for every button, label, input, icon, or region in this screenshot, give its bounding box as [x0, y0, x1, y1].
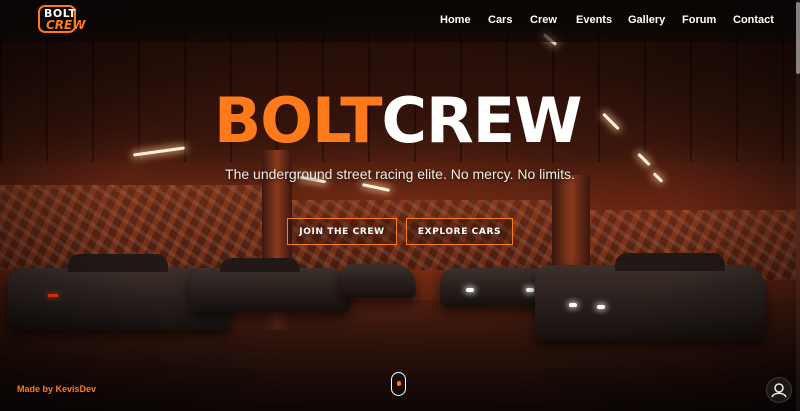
explore-cars-button[interactable]: EXPLORE CARS — [406, 218, 513, 245]
nav-link-contact[interactable]: Contact — [733, 14, 774, 26]
explore-cars-label: EXPLORE CARS — [417, 226, 502, 237]
join-the-crew-label: JOIN THE CREW — [299, 226, 385, 237]
made-by-credit[interactable]: Made by KevisDev — [17, 384, 96, 394]
nav-link-events[interactable]: Events — [576, 14, 612, 26]
vignette-overlay — [0, 0, 800, 411]
scroll-dot — [397, 381, 401, 386]
hero-background-image — [0, 0, 800, 411]
hero-title-bolt: BOLT — [214, 84, 382, 157]
page-scrollbar-thumb[interactable] — [796, 2, 800, 74]
hero-title: BOLTCREW — [214, 84, 583, 157]
nav-link-gallery[interactable]: Gallery — [628, 14, 665, 26]
logo-text-crew[interactable]: CREW — [46, 19, 85, 31]
hero-title-crew: CREW — [381, 84, 583, 157]
hero-tagline: The underground street racing elite. No … — [225, 166, 575, 182]
nav-link-forum[interactable]: Forum — [682, 14, 716, 26]
nav-link-crew[interactable]: Crew — [530, 14, 557, 26]
mechanic-avatar-icon[interactable] — [766, 377, 792, 403]
join-the-crew-button[interactable]: JOIN THE CREW — [287, 218, 397, 245]
avatar-glyph — [771, 383, 787, 398]
scroll-mouse-icon[interactable] — [391, 372, 406, 396]
nav-link-home[interactable]: Home — [440, 14, 471, 26]
top-navbar: BOLT CREW Home Cars Crew Events Gallery … — [0, 0, 800, 42]
nav-link-cars[interactable]: Cars — [488, 14, 512, 26]
